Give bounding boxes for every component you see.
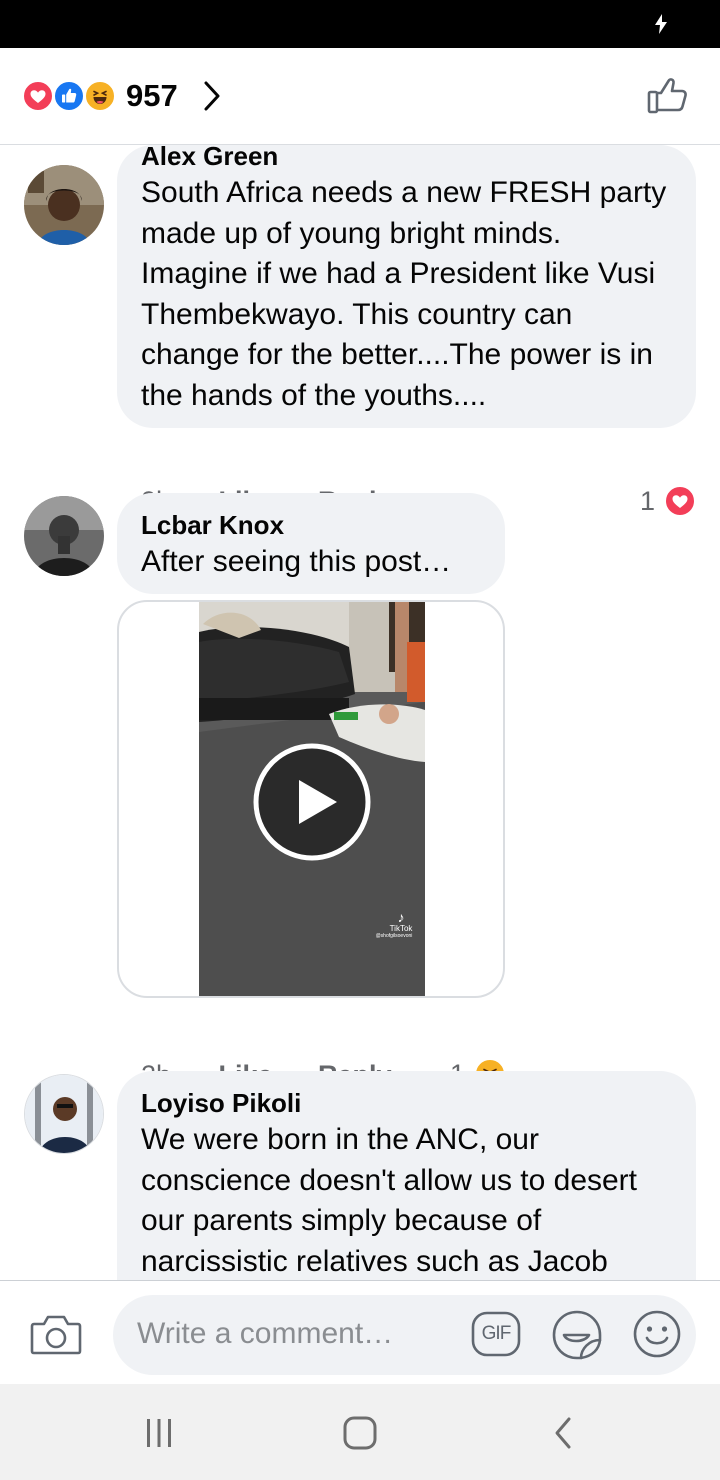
avatar[interactable] — [24, 496, 104, 576]
comment-composer: Write a comment… GIF — [0, 1280, 720, 1384]
comment-author[interactable]: Loyiso Pikoli — [141, 1086, 672, 1120]
charging-icon — [655, 14, 667, 34]
comment-author[interactable]: Alex Green — [141, 145, 672, 173]
comment: Loyiso Pikoli We were born in the ANC, o… — [0, 1071, 720, 1280]
emoji-icon[interactable] — [632, 1309, 682, 1359]
video-attachment[interactable]: ♪ TikTok @shofgilsoevoni — [117, 600, 505, 998]
like-outline-icon[interactable] — [646, 74, 690, 118]
reaction-icons[interactable] — [22, 80, 122, 112]
video-thumbnail[interactable]: ♪ TikTok @shofgilsoevoni — [199, 602, 425, 996]
comment-text: After seeing this post… — [141, 545, 452, 578]
comment-author[interactable]: Lcbar Knox — [141, 508, 481, 542]
comment: Alex Green South Africa needs a new FRES… — [0, 145, 720, 528]
comment-bubble[interactable]: Lcbar Knox After seeing this post… — [117, 493, 505, 594]
tiktok-watermark: ♪ TikTok @shofgilsoevoni — [376, 910, 421, 944]
comment-input[interactable]: Write a comment… GIF — [113, 1295, 696, 1375]
sticker-icon[interactable] — [551, 1309, 603, 1361]
system-navigation-bar — [0, 1384, 720, 1480]
heart-reaction-icon — [22, 80, 54, 112]
tiktok-label: TikTok — [389, 924, 413, 933]
haha-reaction-icon — [84, 80, 116, 112]
camera-icon[interactable] — [30, 1311, 82, 1357]
comment-bubble[interactable]: Alex Green South Africa needs a new FRES… — [117, 145, 696, 428]
gif-label: GIF — [481, 1323, 512, 1344]
comment-text: South Africa needs a new FRESH party mad… — [141, 176, 667, 412]
chevron-right-icon[interactable] — [200, 78, 224, 114]
back-icon[interactable] — [551, 1414, 575, 1452]
avatar[interactable] — [24, 165, 104, 245]
status-bar — [0, 0, 720, 48]
recent-apps-icon[interactable] — [143, 1414, 175, 1452]
comment: Lcbar Knox After seeing this post… ♪ Tik… — [0, 493, 720, 1090]
comment-bubble[interactable]: Loyiso Pikoli We were born in the ANC, o… — [117, 1071, 696, 1280]
tiktok-handle: @shofgilsoevoni — [375, 933, 413, 939]
play-icon[interactable] — [252, 742, 372, 862]
comments-sheet: 957 Alex Green South Africa needs a new … — [0, 48, 720, 1384]
like-reaction-icon — [53, 80, 85, 112]
avatar[interactable] — [24, 1074, 104, 1154]
home-icon[interactable] — [341, 1414, 379, 1452]
reactions-header[interactable]: 957 — [0, 48, 720, 145]
reaction-count[interactable]: 957 — [126, 78, 178, 114]
comment-list[interactable]: Alex Green South Africa needs a new FRES… — [0, 145, 720, 1280]
gif-button[interactable]: GIF — [471, 1311, 521, 1357]
comment-input-placeholder[interactable]: Write a comment… — [137, 1317, 393, 1351]
comment-text: We were born in the ANC, our conscience … — [141, 1123, 638, 1278]
